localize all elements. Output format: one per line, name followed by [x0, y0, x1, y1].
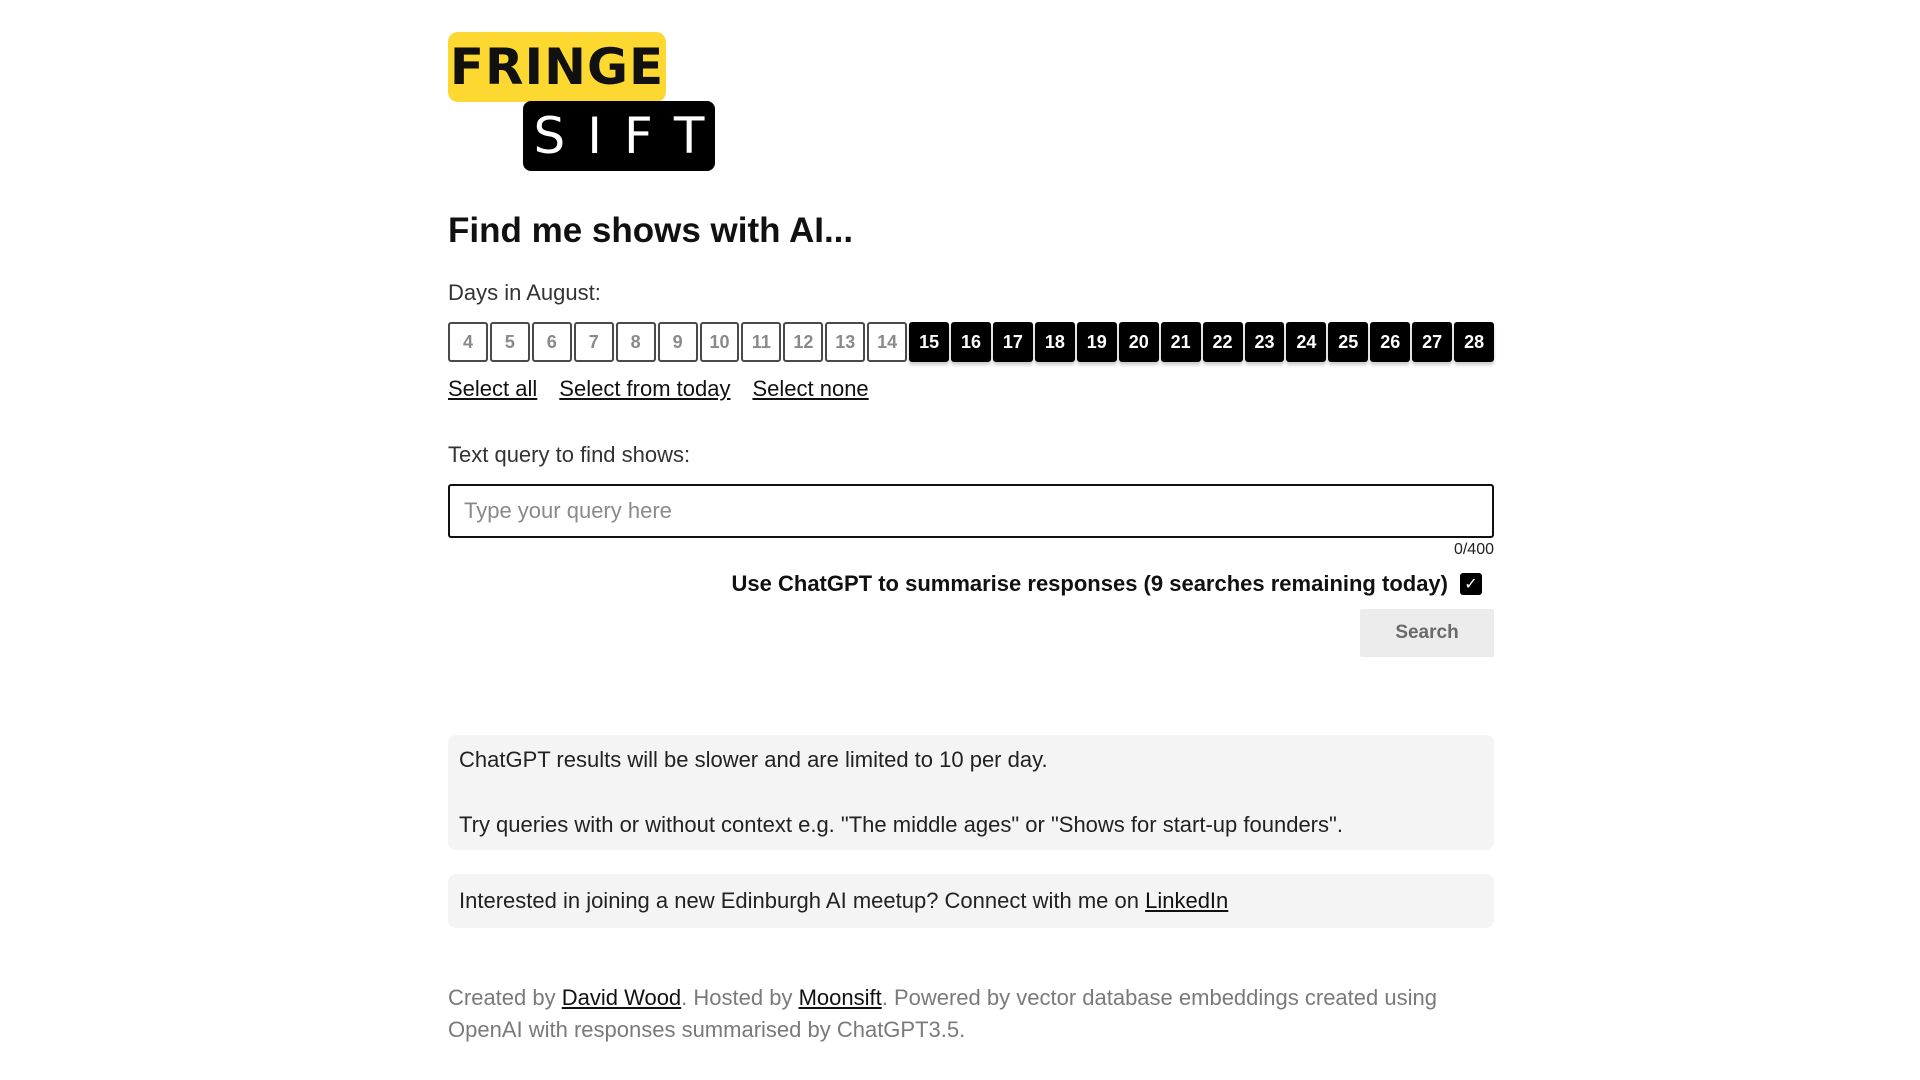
logo-sift-block: SIFT: [523, 101, 715, 171]
author-link[interactable]: David Wood: [562, 985, 681, 1010]
footer-hosted-by: . Hosted by: [681, 985, 799, 1010]
query-input[interactable]: [448, 484, 1494, 538]
logo-fringe-block: FRINGE: [448, 32, 666, 102]
host-link[interactable]: Moonsift: [799, 985, 882, 1010]
page-title: Find me shows with AI...: [448, 211, 854, 250]
day-button[interactable]: 20: [1118, 322, 1159, 362]
day-button[interactable]: 13: [825, 322, 866, 362]
chatgpt-option-row: Use ChatGPT to summarise responses (9 se…: [448, 571, 1494, 597]
search-button[interactable]: Search: [1360, 609, 1494, 657]
day-button[interactable]: 18: [1034, 322, 1075, 362]
day-button[interactable]: 5: [489, 322, 530, 362]
day-button[interactable]: 22: [1202, 322, 1243, 362]
info-line-query-tips: Try queries with or without context e.g.…: [459, 812, 1343, 837]
search-row: Search: [448, 609, 1494, 657]
day-button[interactable]: 8: [615, 322, 656, 362]
day-button[interactable]: 10: [699, 322, 740, 362]
footer-created-by: Created by: [448, 985, 562, 1010]
day-button[interactable]: 28: [1454, 322, 1495, 362]
day-button[interactable]: 15: [909, 322, 950, 362]
info-box: ChatGPT results will be slower and are l…: [448, 735, 1494, 850]
day-button[interactable]: 12: [783, 322, 824, 362]
linkedin-link[interactable]: LinkedIn: [1145, 888, 1228, 913]
day-button[interactable]: 4: [448, 322, 488, 362]
query-label: Text query to find shows:: [448, 442, 691, 467]
day-button[interactable]: 16: [951, 322, 991, 362]
day-button[interactable]: 6: [531, 322, 572, 362]
select-all-link[interactable]: Select all: [448, 376, 537, 402]
day-button[interactable]: 27: [1412, 322, 1453, 362]
day-button[interactable]: 7: [573, 322, 614, 362]
day-button[interactable]: 19: [1076, 322, 1117, 362]
day-selection-links: Select all Select from today Select none: [448, 376, 1494, 402]
day-button[interactable]: 23: [1244, 322, 1285, 362]
day-button[interactable]: 26: [1370, 322, 1411, 362]
character-counter: 0/400: [1453, 541, 1494, 558]
day-button[interactable]: 14: [867, 322, 908, 362]
chatgpt-option-label: Use ChatGPT to summarise responses (9 se…: [731, 571, 1448, 596]
day-button[interactable]: 11: [741, 322, 782, 362]
day-selector: 4 5 6 7 8 9 10 11 12 13 14 15 16 17 18 19 20 21 22 23 24 25 26…: [448, 322, 1495, 362]
checkmark-icon: ✓: [1464, 576, 1478, 593]
select-from-today-link[interactable]: Select from today: [559, 376, 730, 402]
main-container: FRINGE SIFT Find me shows with AI... Day…: [448, 0, 1495, 1046]
day-button[interactable]: 21: [1160, 322, 1201, 362]
meetup-text: Interested in joining a new Edinburgh AI…: [459, 888, 1146, 913]
select-none-link[interactable]: Select none: [752, 376, 868, 402]
day-button[interactable]: 25: [1328, 322, 1369, 362]
day-button[interactable]: 9: [657, 322, 698, 362]
day-button[interactable]: 24: [1286, 322, 1327, 362]
days-label: Days in August:: [448, 280, 601, 305]
footer: Created by David Wood. Hosted by Moonsif…: [448, 982, 1494, 1046]
info-line-rate-limit: ChatGPT results will be slower and are l…: [459, 747, 1048, 772]
chatgpt-checkbox[interactable]: ✓: [1460, 573, 1482, 595]
fringe-sift-logo: FRINGE SIFT: [448, 30, 748, 202]
day-button[interactable]: 17: [992, 322, 1033, 362]
meetup-box: Interested in joining a new Edinburgh AI…: [448, 874, 1494, 928]
